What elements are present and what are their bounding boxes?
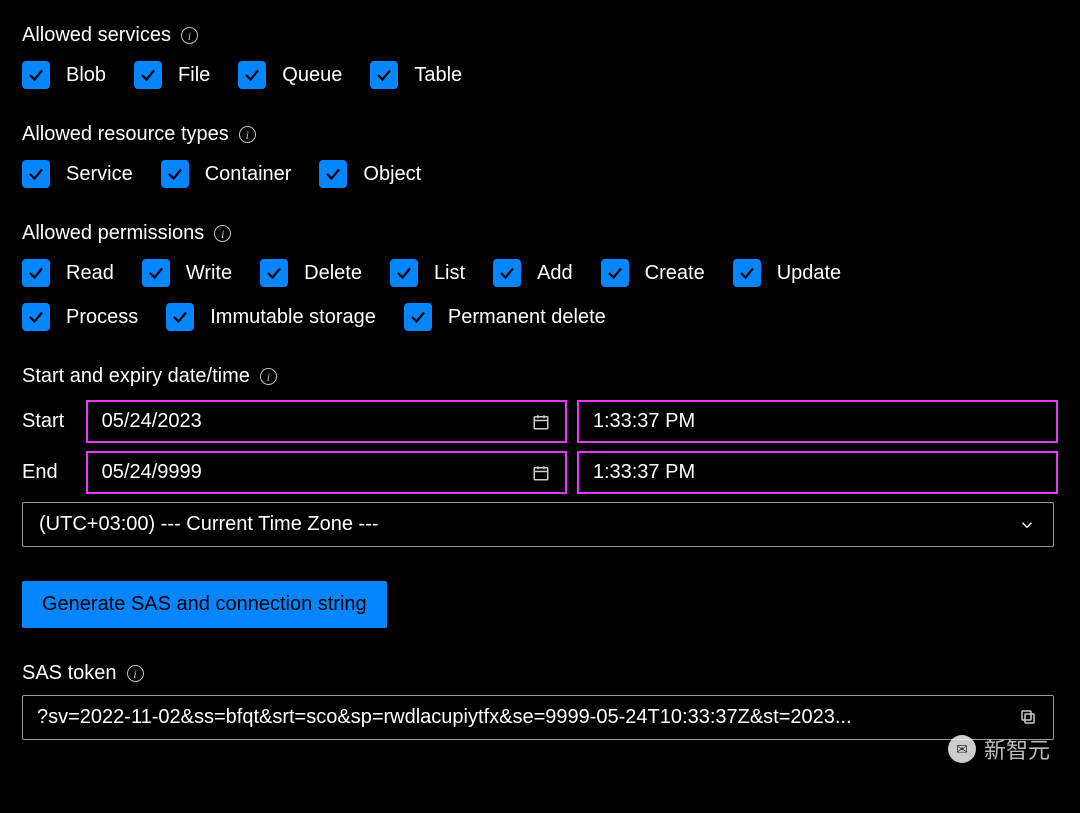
sas-token-value: ?sv=2022-11-02&ss=bfqt&srt=sco&sp=rwdlac… xyxy=(37,706,1009,729)
checkbox-label: Queue xyxy=(282,64,342,87)
label-allowed-services: Allowed services xyxy=(22,24,171,47)
checkbox-container[interactable]: Container xyxy=(161,160,292,188)
checkbox-write[interactable]: Write xyxy=(142,259,232,287)
checkbox-file[interactable]: File xyxy=(134,61,210,89)
section-header-sas-token: SAS token i xyxy=(22,662,1058,685)
section-sas-token: SAS token i ?sv=2022-11-02&ss=bfqt&srt=s… xyxy=(22,662,1058,740)
checkbox-label: Immutable storage xyxy=(210,306,376,329)
info-icon[interactable]: i xyxy=(260,368,277,385)
checkbox-label: Permanent delete xyxy=(448,306,606,329)
start-date-value: 05/24/2023 xyxy=(102,410,202,433)
timezone-value: (UTC+03:00) --- Current Time Zone --- xyxy=(39,513,379,536)
checkbox-add[interactable]: Add xyxy=(493,259,573,287)
check-icon xyxy=(238,61,266,89)
check-icon xyxy=(601,259,629,287)
checkbox-immutable-storage[interactable]: Immutable storage xyxy=(166,303,376,331)
label-allowed-resource-types: Allowed resource types xyxy=(22,123,229,146)
checkbox-object[interactable]: Object xyxy=(319,160,421,188)
check-icon xyxy=(22,160,50,188)
chevron-down-icon xyxy=(1017,515,1037,535)
section-start-expiry: Start and expiry date/time i Start 05/24… xyxy=(22,365,1058,547)
section-allowed-permissions: Allowed permissions i Read Write Delete … xyxy=(22,222,1058,331)
checkbox-label: Blob xyxy=(66,64,106,87)
checkbox-create[interactable]: Create xyxy=(601,259,705,287)
start-date-input[interactable]: 05/24/2023 xyxy=(86,400,567,443)
end-date-value: 05/24/9999 xyxy=(102,461,202,484)
checkbox-queue[interactable]: Queue xyxy=(238,61,342,89)
calendar-icon xyxy=(531,412,551,432)
end-time-input[interactable]: 1:33:37 PM xyxy=(577,451,1058,494)
checkbox-label: Create xyxy=(645,262,705,285)
checkbox-label: List xyxy=(434,262,465,285)
checkbox-label: File xyxy=(178,64,210,87)
check-icon xyxy=(370,61,398,89)
info-icon[interactable]: i xyxy=(181,27,198,44)
checkbox-label: Delete xyxy=(304,262,362,285)
checkbox-label: Table xyxy=(414,64,462,87)
section-header-allowed-services: Allowed services i xyxy=(22,24,1058,47)
checkbox-permanent-delete[interactable]: Permanent delete xyxy=(404,303,606,331)
sas-token-field[interactable]: ?sv=2022-11-02&ss=bfqt&srt=sco&sp=rwdlac… xyxy=(22,695,1054,740)
info-icon[interactable]: i xyxy=(214,225,231,242)
checkbox-label: Service xyxy=(66,163,133,186)
end-label: End xyxy=(22,461,76,484)
checkbox-read[interactable]: Read xyxy=(22,259,114,287)
label-sas-token: SAS token xyxy=(22,662,117,685)
check-icon xyxy=(161,160,189,188)
start-time-value: 1:33:37 PM xyxy=(593,410,695,433)
check-icon xyxy=(390,259,418,287)
check-icon xyxy=(493,259,521,287)
check-icon xyxy=(134,61,162,89)
checkbox-blob[interactable]: Blob xyxy=(22,61,106,89)
timezone-select[interactable]: (UTC+03:00) --- Current Time Zone --- xyxy=(22,502,1054,547)
check-icon xyxy=(22,61,50,89)
checkbox-label: Update xyxy=(777,262,842,285)
calendar-icon xyxy=(531,463,551,483)
section-header-allowed-permissions: Allowed permissions i xyxy=(22,222,1058,245)
checkbox-label: Add xyxy=(537,262,573,285)
check-icon xyxy=(22,259,50,287)
generate-sas-button[interactable]: Generate SAS and connection string xyxy=(22,581,387,628)
copy-icon[interactable] xyxy=(1019,708,1039,728)
check-icon xyxy=(260,259,288,287)
start-time-input[interactable]: 1:33:37 PM xyxy=(577,400,1058,443)
checkbox-delete[interactable]: Delete xyxy=(260,259,362,287)
check-icon xyxy=(166,303,194,331)
checkbox-label: Container xyxy=(205,163,292,186)
checkbox-label: Process xyxy=(66,306,138,329)
end-time-value: 1:33:37 PM xyxy=(593,461,695,484)
checkbox-list[interactable]: List xyxy=(390,259,465,287)
checkbox-table[interactable]: Table xyxy=(370,61,462,89)
checkbox-process[interactable]: Process xyxy=(22,303,138,331)
end-date-input[interactable]: 05/24/9999 xyxy=(86,451,567,494)
check-icon xyxy=(733,259,761,287)
checkbox-update[interactable]: Update xyxy=(733,259,842,287)
check-icon xyxy=(22,303,50,331)
info-icon[interactable]: i xyxy=(127,665,144,682)
label-start-expiry: Start and expiry date/time xyxy=(22,365,250,388)
checkbox-label: Read xyxy=(66,262,114,285)
checkbox-service[interactable]: Service xyxy=(22,160,133,188)
label-allowed-permissions: Allowed permissions xyxy=(22,222,204,245)
section-header-allowed-resource-types: Allowed resource types i xyxy=(22,123,1058,146)
section-header-start-expiry: Start and expiry date/time i xyxy=(22,365,1058,388)
section-allowed-resource-types: Allowed resource types i Service Contain… xyxy=(22,123,1058,188)
start-label: Start xyxy=(22,410,76,433)
checkbox-label: Object xyxy=(363,163,421,186)
check-icon xyxy=(404,303,432,331)
check-icon xyxy=(319,160,347,188)
section-allowed-services: Allowed services i Blob File Queue Table xyxy=(22,24,1058,89)
checkbox-label: Write xyxy=(186,262,232,285)
info-icon[interactable]: i xyxy=(239,126,256,143)
check-icon xyxy=(142,259,170,287)
